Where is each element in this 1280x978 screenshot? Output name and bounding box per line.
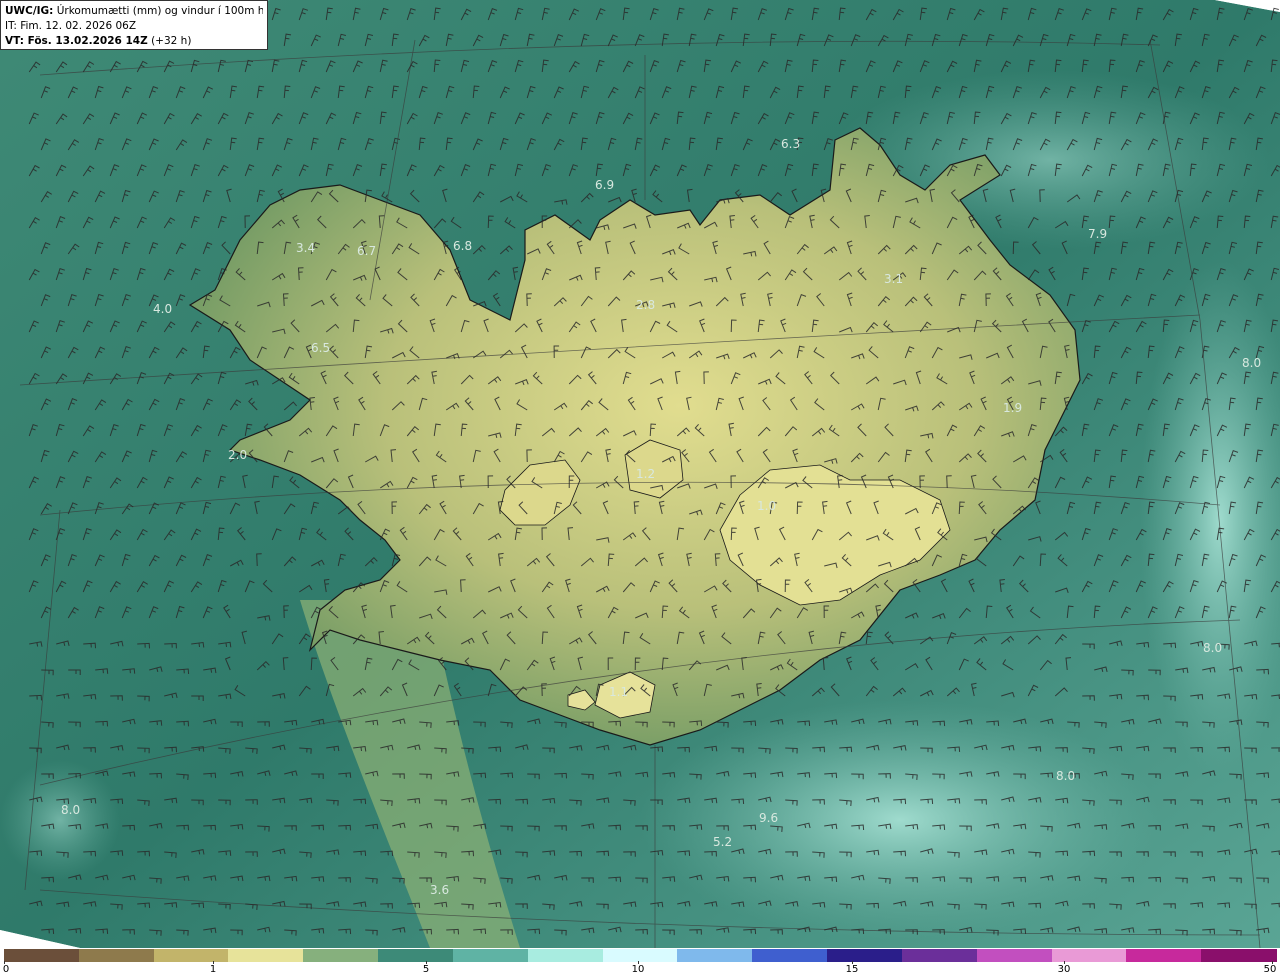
colorbar-tick-label: 1 (209, 964, 217, 975)
colorbar-tick-label: 10 (631, 964, 645, 975)
colorbar-segment (901, 949, 978, 962)
title-line: UWC/IG: Úrkomumætti (mm) og vindur í 100… (5, 4, 263, 19)
colorbar-segment (1126, 949, 1203, 962)
colorbar-tick-label: 5 (422, 964, 430, 975)
colorbar-segment (602, 949, 679, 962)
colorbar-tick-label: 30 (1057, 964, 1071, 975)
map-label: 1.2 (636, 467, 655, 481)
model-label: UWC/IG: (5, 5, 54, 17)
map-label: 3.4 (296, 241, 315, 255)
colorbar-segment (78, 949, 155, 962)
map-label: 3.6 (430, 883, 449, 897)
colorbar-tick-label: 0 (2, 964, 10, 975)
forecast-info-box: UWC/IG: Úrkomumætti (mm) og vindur í 100… (0, 0, 268, 50)
map-label: 1.0 (757, 499, 776, 513)
colorbar-legend: 0 1 5 10 15 30 50 (0, 948, 1280, 978)
map-label: 8.0 (1242, 356, 1261, 370)
map-label: 8.0 (1203, 641, 1222, 655)
map-label: 6.9 (595, 178, 614, 192)
colorbar-segment (1051, 949, 1128, 962)
colorbar-segment (527, 949, 604, 962)
colorbar-tick-label: 50 (1263, 964, 1277, 975)
map-label: 8.0 (61, 803, 80, 817)
sea-patch-se (640, 700, 1160, 940)
map-label: 5.2 (713, 835, 732, 849)
colorbar-segment (303, 949, 380, 962)
colorbar-segment (976, 949, 1053, 962)
colorbar-segment (452, 949, 529, 962)
lead-time: (+32 h) (151, 35, 192, 47)
map-label: 8.0 (1056, 769, 1075, 783)
product-title: Úrkomumætti (mm) og vindur í 100m hæð (56, 5, 263, 17)
colorbar-segment (378, 949, 454, 962)
valid-time: VT: Fös. 13.02.2026 14Z (5, 35, 148, 47)
colorbar (4, 949, 1277, 962)
colorbar-segment (752, 949, 829, 962)
issue-time: IT: Fim. 12. 02. 2026 06Z (5, 20, 137, 32)
map-label: 6.8 (453, 239, 472, 253)
sea-patch-sw (0, 760, 120, 880)
map-label: 6.7 (357, 244, 376, 258)
valid-time-line: VT: Fös. 13.02.2026 14Z (+32 h) (5, 34, 263, 49)
map-label: 2.0 (228, 448, 247, 462)
colorbar-segment (677, 949, 754, 962)
map-label: 3.1 (884, 272, 903, 286)
colorbar-segment (153, 949, 230, 962)
map-label: 7.9 (1088, 227, 1107, 241)
forecast-map[interactable]: 6.3 6.9 7.9 3.4 6.7 6.8 4.0 6.5 3.1 2.8 … (0, 0, 1280, 948)
colorbar-segment (1201, 949, 1277, 962)
map-label: 1.9 (1003, 401, 1022, 415)
colorbar-tick-label: 15 (845, 964, 859, 975)
map-label: 4.0 (153, 302, 172, 316)
colorbar-segment (4, 949, 80, 962)
colorbar-segment (827, 949, 903, 962)
map-label: 6.5 (311, 341, 330, 355)
map-label: 6.3 (781, 137, 800, 151)
colorbar-segment (228, 949, 305, 962)
map-label: 2.8 (636, 298, 655, 312)
map-label: 1.1 (609, 685, 628, 699)
map-label: 9.6 (759, 811, 778, 825)
